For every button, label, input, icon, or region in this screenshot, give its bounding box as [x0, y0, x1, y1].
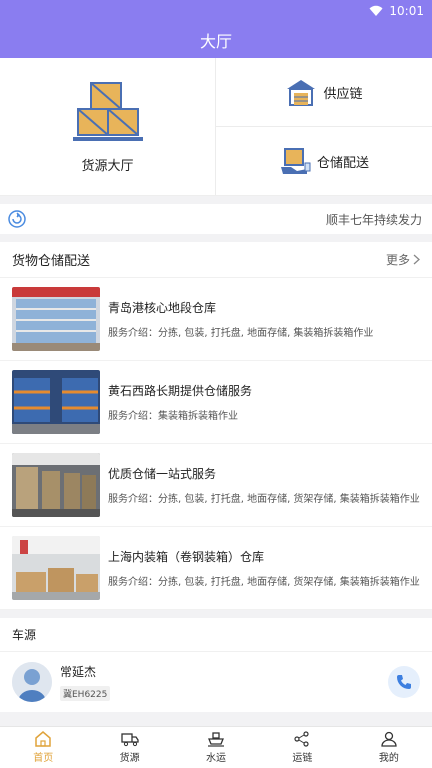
warehouse-photo: [12, 287, 100, 351]
tab-home[interactable]: 首页: [0, 727, 86, 768]
ship-icon: [208, 732, 225, 747]
warehouse-desc: 服务介绍：分拣, 包装, 打托盘, 地面存储, 集装箱拆装箱作业: [108, 328, 374, 339]
home-icon: [35, 731, 51, 747]
tab-label: 货源: [119, 753, 140, 764]
plate-number: 冀EH6225: [60, 686, 111, 701]
warehouse-item[interactable]: 上海内装箱（卷钢装箱）仓库 服务介绍：分拣, 包装, 打托盘, 地面存储, 货架…: [0, 527, 432, 610]
tab-chain[interactable]: 运链: [259, 727, 345, 768]
refresh-icon: [8, 210, 26, 228]
page-title: 大厅: [199, 32, 232, 51]
tab-label: 首页: [33, 753, 54, 764]
user-icon: [381, 731, 397, 747]
storage-delivery-entry[interactable]: 仓储配送: [216, 126, 432, 195]
warehouse-title: 优质仓储一站式服务: [108, 467, 217, 481]
phone-icon: [397, 675, 411, 689]
page-title-bar: 大厅: [0, 22, 432, 58]
status-bar: 10:01: [0, 0, 432, 22]
chevron-right-icon: [413, 254, 420, 265]
notice-text: 顺丰七年持续发力: [325, 212, 422, 227]
section-title: 车源: [12, 628, 37, 642]
notice-bar[interactable]: 顺丰七年持续发力: [0, 204, 432, 234]
tab-shipping[interactable]: 水运: [173, 727, 259, 768]
cargo-hall-entry[interactable]: 货源大厅: [0, 58, 216, 195]
more-label: 更多: [385, 253, 410, 267]
share-icon: [294, 731, 310, 747]
warehouse-desc: 服务介绍：集装箱拆装箱作业: [108, 411, 238, 422]
supply-chain-label: 供应链: [323, 86, 363, 102]
more-link[interactable]: 更多: [386, 251, 420, 268]
tab-cargo[interactable]: 货源: [86, 727, 172, 768]
warehouse-title: 上海内装箱（卷钢装箱）仓库: [108, 550, 265, 564]
warehouse-desc: 服务介绍：分拣, 包装, 打托盘, 地面存储, 货架存储, 集装箱拆装箱作业: [108, 577, 420, 588]
wifi-icon: [369, 5, 383, 16]
warehouse-photo: [12, 453, 100, 517]
avatar: [12, 662, 52, 702]
warehouse-icon: [287, 80, 316, 106]
status-time: 10:01: [389, 4, 424, 18]
cargo-boxes-icon: [72, 82, 143, 141]
warehouse-title: 黄石西路长期提供仓储服务: [108, 384, 253, 398]
call-button[interactable]: [388, 666, 420, 698]
storage-delivery-label: 仓储配送: [316, 155, 369, 171]
vehicle-section: 车源 常延杰 冀EH6225: [0, 618, 432, 712]
warehouse-desc: 服务介绍：分拣, 包装, 打托盘, 地面存储, 货架存储, 集装箱拆装箱作业: [108, 494, 420, 505]
warehouse-section: 货物仓储配送 更多 青岛港核心地段仓库 服务介绍：分拣, 包装, 打托盘, 地面…: [0, 242, 432, 610]
section-title: 货物仓储配送: [12, 254, 91, 269]
delivery-box-icon: [280, 148, 311, 174]
hub-panel: 货源大厅 供应链 仓储配送: [0, 58, 432, 196]
bottom-tab-bar: 首页 货源 水运 运链 我的: [0, 726, 432, 768]
vehicle-item[interactable]: 常延杰 冀EH6225: [0, 652, 432, 712]
warehouse-item[interactable]: 青岛港核心地段仓库 服务介绍：分拣, 包装, 打托盘, 地面存储, 集装箱拆装箱…: [0, 278, 432, 361]
warehouse-item[interactable]: 黄石西路长期提供仓储服务 服务介绍：集装箱拆装箱作业: [0, 361, 432, 444]
driver-name: 常延杰: [60, 665, 97, 679]
tab-mine[interactable]: 我的: [346, 727, 432, 768]
warehouse-photo: [12, 370, 100, 434]
cargo-hall-label: 货源大厅: [81, 159, 134, 174]
tab-label: 我的: [378, 753, 399, 764]
supply-chain-entry[interactable]: 供应链: [216, 58, 432, 126]
tab-label: 运链: [292, 753, 313, 764]
truck-icon: [120, 733, 139, 747]
tab-label: 水运: [206, 753, 227, 764]
warehouse-item[interactable]: 优质仓储一站式服务 服务介绍：分拣, 包装, 打托盘, 地面存储, 货架存储, …: [0, 444, 432, 527]
warehouse-photo: [12, 536, 100, 600]
warehouse-title: 青岛港核心地段仓库: [108, 301, 217, 315]
